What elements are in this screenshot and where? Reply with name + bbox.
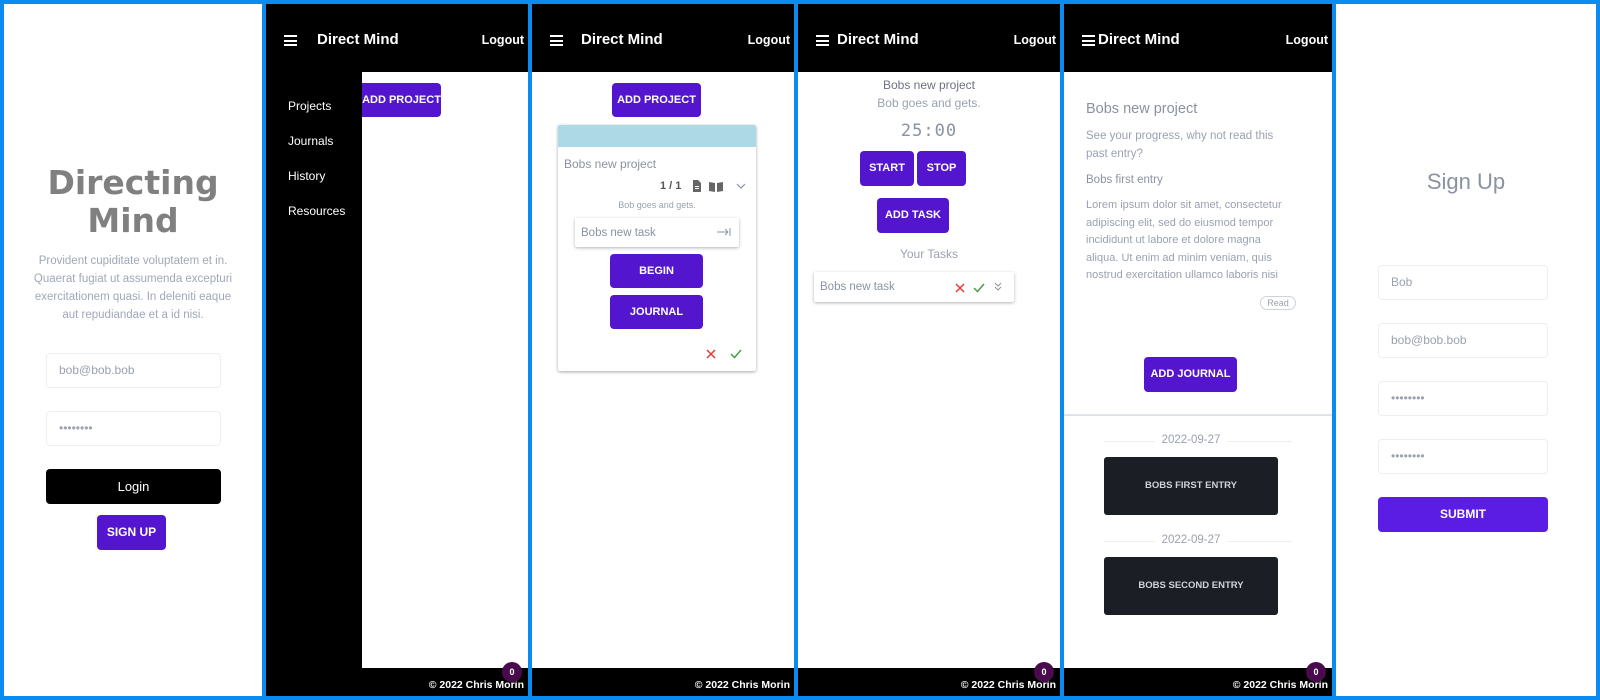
password-field[interactable]: •••••••• [46,411,221,446]
logout-link[interactable]: Logout [482,33,524,47]
footer-copyright: © 2022 Chris Morin [694,679,790,691]
logout-link[interactable]: Logout [748,33,790,47]
book-icon[interactable] [709,181,723,192]
drawer-item-resources[interactable]: Resources [288,204,345,218]
drawer-item-history[interactable]: History [288,169,325,183]
brand-title: Directing Mind [4,164,262,240]
check-icon[interactable] [973,283,985,293]
menu-icon[interactable] [1082,35,1095,46]
new-task-input[interactable]: Bobs new task [575,218,739,247]
entry-date: 2022-09-27 [1155,434,1227,446]
login-screen: Directing Mind Provident cupiditate volu… [0,0,266,700]
project-name: Bobs new project [564,157,657,171]
timer-screen: Direct Mind Logout Bobs new project Bob … [794,0,1064,700]
begin-button[interactable]: BEGIN [610,254,703,288]
check-icon[interactable] [730,349,742,359]
double-chevron-down-icon[interactable] [994,282,1002,292]
add-project-button[interactable]: ADD PROJECT [612,83,701,117]
app-description: Provident cupiditate voluptatem et in. Q… [33,255,233,321]
notification-badge[interactable]: 0 [502,662,522,682]
confirm-password-field[interactable]: •••••••• [1378,439,1548,474]
drawer-item-projects[interactable]: Projects [288,99,331,113]
name-field[interactable]: Bob [1378,265,1548,300]
start-button[interactable]: START [860,151,914,186]
menu-icon[interactable] [816,35,829,46]
menu-icon[interactable] [550,35,563,46]
app-footer: © 2022 Chris Morin [1064,668,1332,696]
drawer-screen: Direct Mind Logout Projects Journals His… [262,0,532,700]
email-field[interactable]: bob@bob.bob [1378,323,1548,358]
timer-project-description: Bob goes and gets. [877,96,981,110]
app-title: Direct Mind [1098,31,1180,48]
brand-title-line1: Directing [47,163,219,202]
journal-prompt: See your progress, why not read this pas… [1086,130,1274,160]
journal-project-name: Bobs new project [1086,101,1198,117]
app-header: Direct Mind Logout [266,4,528,72]
menu-icon[interactable] [284,35,297,46]
email-field[interactable]: bob@bob.bob [46,353,221,388]
notification-badge[interactable]: 0 [1306,662,1326,682]
new-task-placeholder: Bobs new task [581,227,656,239]
read-button[interactable]: Read [1260,296,1296,310]
signup-screen: Sign Up Bob bob@bob.bob •••••••• •••••••… [1332,0,1600,700]
close-icon[interactable] [955,283,965,293]
project-description: Bob goes and gets. [618,200,696,210]
journal-button[interactable]: JOURNAL [610,295,703,329]
app-title: Direct Mind [837,31,919,48]
app-header: Direct Mind Logout [798,4,1060,72]
login-button[interactable]: Login [46,469,221,504]
journal-screen: Direct Mind Logout Bobs new project See … [1060,0,1336,700]
submit-button[interactable]: SUBMIT [1378,497,1548,532]
logout-link[interactable]: Logout [1286,33,1328,47]
logout-link[interactable]: Logout [1014,33,1056,47]
signup-title: Sign Up [1426,169,1506,194]
document-icon[interactable] [692,180,702,192]
stop-button[interactable]: STOP [917,151,966,186]
project-progress: 1 / 1 [660,180,682,192]
timer-project-name: Bobs new project [882,78,976,92]
arrow-enter-icon[interactable] [717,227,731,237]
brand-title-line2: Mind [87,201,179,240]
notification-badge[interactable]: 0 [1034,662,1054,682]
project-card-header [558,125,756,147]
journal-entry-button[interactable]: BOBS SECOND ENTRY [1104,557,1278,615]
app-footer: © 2022 Chris Morin [798,668,1060,696]
app-footer: © 2022 Chris Morin [532,668,794,696]
projects-screen: Direct Mind Logout ADD PROJECT Bobs new … [528,0,798,700]
task-name: Bobs new task [820,281,895,293]
app-header: Direct Mind Logout [1064,4,1332,72]
add-journal-button[interactable]: ADD JOURNAL [1144,357,1237,392]
entry-date: 2022-09-27 [1155,534,1227,546]
app-footer: © 2022 Chris Morin [266,668,528,696]
journal-entry-button[interactable]: BOBS FIRST ENTRY [1104,457,1278,515]
project-card: Bobs new project 1 / 1 Bob goes and gets… [558,125,756,371]
app-title: Direct Mind [317,31,399,48]
app-title: Direct Mind [581,31,663,48]
chevron-down-icon[interactable] [736,182,746,190]
app-header: Direct Mind Logout [532,4,794,72]
divider [1064,414,1332,416]
drawer-item-journals[interactable]: Journals [288,134,333,148]
entry-body: Lorem ipsum dolor sit amet, consectetur … [1086,199,1282,279]
add-task-button[interactable]: ADD TASK [877,198,949,233]
tasks-heading: Your Tasks [899,247,959,261]
signup-button[interactable]: SIGN UP [97,515,166,550]
password-field[interactable]: •••••••• [1378,381,1548,416]
nav-drawer: Projects Journals History Resources [266,72,362,668]
close-icon[interactable] [706,349,716,359]
add-project-button[interactable]: ADD PROJECT [362,83,441,117]
timer-display: 25:00 [900,121,958,141]
entry-title: Bobs first entry [1086,174,1163,186]
